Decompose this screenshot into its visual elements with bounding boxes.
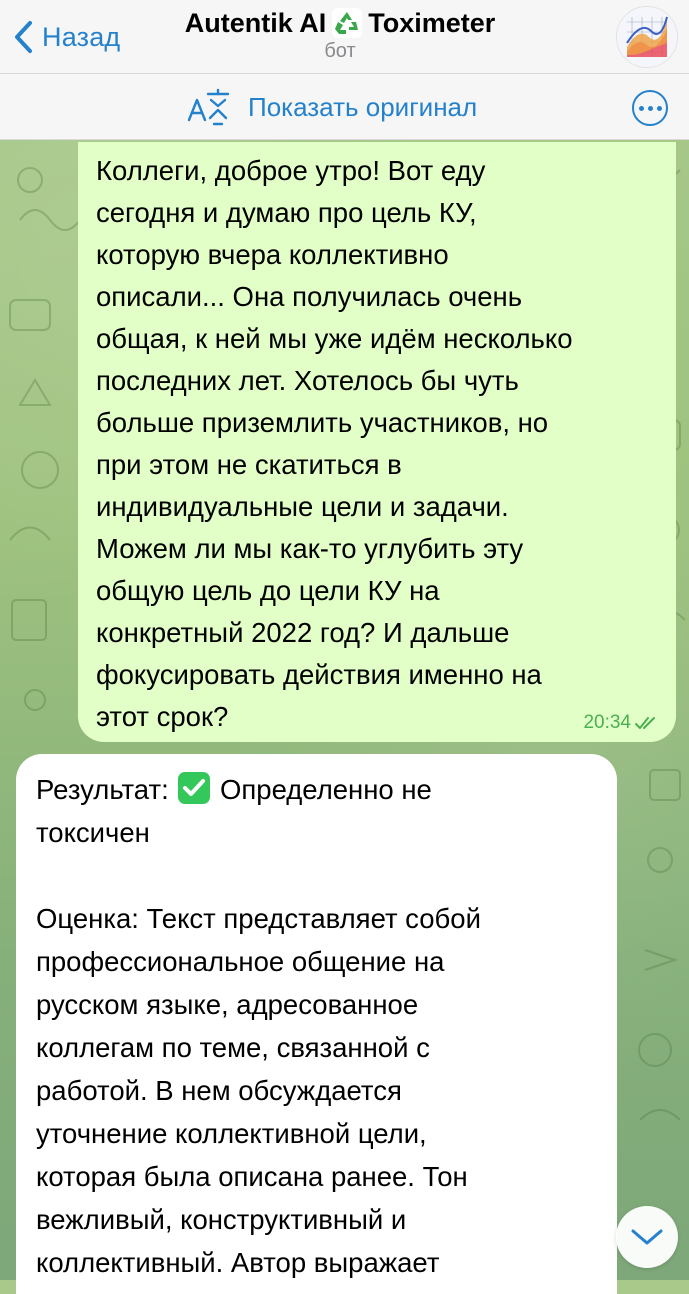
chat-header: Назад Autentik AI Toximeter бот xyxy=(0,0,689,74)
outgoing-message-bubble[interactable]: Коллеги, доброе утро! Вот еду сегодня и … xyxy=(78,142,676,742)
more-icon-dot xyxy=(647,105,653,111)
back-button[interactable]: Назад xyxy=(10,14,120,60)
scroll-to-bottom-button[interactable] xyxy=(616,1206,678,1268)
show-original-label: Показать оригинал xyxy=(248,91,478,122)
show-original-button[interactable]: Показать оригинал xyxy=(186,86,477,128)
assessment-text: Оценка: Текст представляет собой професс… xyxy=(36,903,481,1278)
chevron-down-icon xyxy=(631,1229,663,1245)
check-mark-emoji xyxy=(178,772,211,804)
incoming-message-text: Результат: Определенно не токсичен Оценк… xyxy=(36,768,597,1284)
back-label: Назад xyxy=(42,21,121,52)
translate-icon xyxy=(187,88,230,126)
more-icon-dot xyxy=(656,105,662,111)
chat-subtitle: бот xyxy=(324,40,356,62)
chat-title-left: Autentik AI xyxy=(184,8,327,38)
message-time: 20:34 xyxy=(583,712,631,733)
translate-bar: Показать оригинал xyxy=(0,74,689,140)
double-check-icon xyxy=(635,717,655,729)
chevron-left-icon xyxy=(15,21,32,53)
recycle-icon xyxy=(332,8,363,38)
result-prefix: Результат: xyxy=(36,774,169,805)
chat-title: Autentik AI Toximeter xyxy=(140,6,540,40)
chat-title-right: Toximeter xyxy=(368,8,496,38)
bot-avatar[interactable] xyxy=(616,6,678,68)
chart-avatar-icon xyxy=(617,7,677,67)
more-icon xyxy=(638,105,644,111)
message-meta: 20:34 xyxy=(583,712,660,734)
incoming-message-bubble[interactable]: Результат: Определенно не токсичен Оценк… xyxy=(16,754,617,1294)
outgoing-message-text: Коллеги, доброе утро! Вот еду сегодня и … xyxy=(96,155,573,732)
more-options-button[interactable] xyxy=(632,90,668,126)
chat-title-block[interactable]: Autentik AI Toximeter бот xyxy=(140,6,540,62)
